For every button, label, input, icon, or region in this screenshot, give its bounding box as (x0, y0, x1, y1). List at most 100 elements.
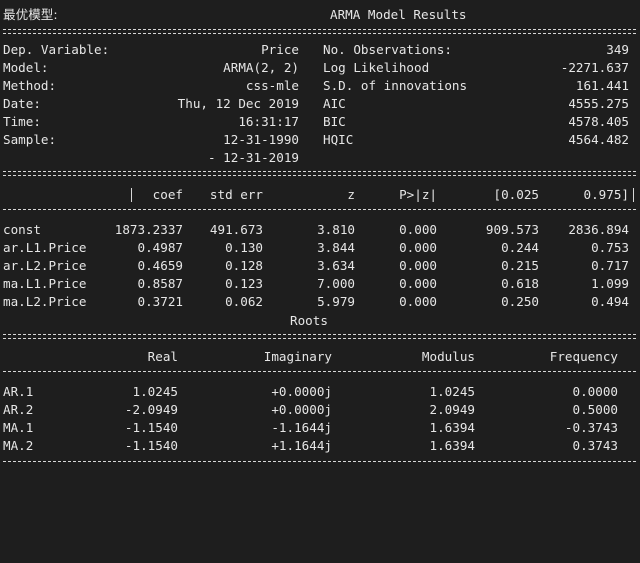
summary-row: Time: 16:31:17 BIC 4578.405 (3, 113, 637, 131)
row-label: MA.1 (3, 420, 34, 435)
table-cell: -0.3743 (564, 420, 618, 435)
summary-label: Log Likelihood (323, 60, 430, 75)
row-label: ar.L2.Price (3, 258, 87, 273)
table-cell: 491.673 (209, 222, 263, 237)
table-cell: 0.244 (501, 240, 539, 255)
table-cell: 0.717 (591, 258, 629, 273)
table-cell: +1.1644j (271, 438, 332, 453)
rule-single (3, 367, 636, 377)
console-output: 最优模型: ARMA Model Results Dep. Variable: … (0, 0, 640, 473)
table-row: ar.L2.Price 0.4659 0.128 3.634 0.000 0.2… (3, 257, 637, 275)
summary-label: Method: (3, 78, 57, 93)
table-cell: 0.618 (501, 276, 539, 291)
row-label: ma.L2.Price (3, 294, 87, 309)
summary-row: Sample: 12-31-1990 HQIC 4564.482 (3, 131, 637, 149)
table-cell: 0.3743 (572, 438, 619, 453)
summary-label: Date: (3, 96, 41, 111)
summary-label: BIC (323, 114, 346, 129)
table-row: MA.2 -1.1540 +1.1644j 1.6394 0.3743 (3, 437, 637, 455)
rule-single (3, 205, 636, 215)
table-cell: 3.810 (317, 222, 355, 237)
summary-value: ARMA(2, 2) (223, 60, 299, 75)
table-cell: 1.6394 (429, 420, 476, 435)
table-cell: 2836.894 (568, 222, 629, 237)
table-cell: 2.0949 (429, 402, 476, 417)
results-title: ARMA Model Results (330, 7, 467, 22)
table-cell: 1.099 (591, 276, 629, 291)
summary-value: Thu, 12 Dec 2019 (177, 96, 299, 111)
row-label: const (3, 222, 41, 237)
table-cell: 909.573 (485, 222, 539, 237)
table-cell: 0.4987 (137, 240, 184, 255)
output-prefix: 最优模型: (3, 7, 58, 22)
summary-label: Dep. Variable: (3, 42, 110, 57)
table-cell: 1.0245 (132, 384, 179, 399)
rule-double (3, 169, 636, 179)
column-header: z (347, 187, 355, 202)
table-cell: -2.0949 (124, 402, 178, 417)
table-cell: 0.000 (399, 222, 437, 237)
column-header: [0.025 (493, 187, 540, 202)
column-header: coef (152, 187, 183, 202)
summary-row: Dep. Variable: Price No. Observations: 3… (3, 41, 637, 59)
table-cell: 5.979 (317, 294, 355, 309)
title-line: 最优模型: ARMA Model Results (3, 6, 637, 24)
table-cell: 0.753 (591, 240, 629, 255)
column-header: std err (209, 187, 263, 202)
table-cell: 1.0245 (429, 384, 476, 399)
table-cell: 0.062 (225, 294, 263, 309)
table-row: ma.L2.Price 0.3721 0.062 5.979 0.000 0.2… (3, 293, 637, 311)
table-cell: 0.8587 (137, 276, 184, 291)
row-label: ar.L1.Price (3, 240, 87, 255)
column-header: Modulus (421, 349, 475, 364)
summary-value: 349 (606, 42, 629, 57)
table-cell: 0.128 (225, 258, 263, 273)
column-header: Frequency (549, 349, 618, 364)
summary-value: -2271.637 (560, 60, 629, 75)
summary-value: 4555.275 (568, 96, 629, 111)
table-cell: 0.3721 (137, 294, 184, 309)
column-header: Real (147, 349, 178, 364)
row-label: MA.2 (3, 438, 34, 453)
table-cell: 0.215 (501, 258, 539, 273)
table-cell: 0.494 (591, 294, 629, 309)
table-cell: 1.6394 (429, 438, 476, 453)
summary-label: AIC (323, 96, 346, 111)
table-cell: 0.0000 (572, 384, 619, 399)
summary-value: 4578.405 (568, 114, 629, 129)
summary-value: - 12-31-2019 (208, 150, 299, 165)
summary-label: HQIC (323, 132, 354, 147)
summary-value: css-mle (245, 78, 299, 93)
table-row: const 1873.2337 491.673 3.810 0.000 909.… (3, 221, 637, 239)
roots-title: Roots (290, 313, 328, 328)
table-cell: 0.5000 (572, 402, 619, 417)
summary-value: 4564.482 (568, 132, 629, 147)
summary-label: S.D. of innovations (323, 78, 468, 93)
rule-single (3, 457, 636, 467)
table-cell: -1.1644j (271, 420, 332, 435)
summary-label: No. Observations: (323, 42, 452, 57)
column-header: Imaginary (263, 349, 332, 364)
table-cell: 0.130 (225, 240, 263, 255)
row-label: AR.1 (3, 384, 34, 399)
table-row: AR.2 -2.0949 +0.0000j 2.0949 0.5000 (3, 401, 637, 419)
coef-table-header: coef std err z P>|z| [0.025 0.975] (3, 186, 637, 204)
rule-double (3, 27, 636, 37)
roots-table-header: Real Imaginary Modulus Frequency (3, 348, 637, 366)
summary-value: 161.441 (575, 78, 629, 93)
row-label: ma.L1.Price (3, 276, 87, 291)
summary-row: Model: ARMA(2, 2) Log Likelihood -2271.6… (3, 59, 637, 77)
column-header: P>|z| (399, 187, 437, 202)
table-row: ma.L1.Price 0.8587 0.123 7.000 0.000 0.6… (3, 275, 637, 293)
table-cell: 0.000 (399, 294, 437, 309)
table-row: ar.L1.Price 0.4987 0.130 3.844 0.000 0.2… (3, 239, 637, 257)
summary-value: Price (261, 42, 299, 57)
table-cell: 0.000 (399, 258, 437, 273)
summary-value: 16:31:17 (238, 114, 299, 129)
summary-value: 12-31-1990 (223, 132, 299, 147)
row-label: AR.2 (3, 402, 34, 417)
table-cell: 0.123 (225, 276, 263, 291)
summary-label: Time: (3, 114, 41, 129)
summary-label: Model: (3, 60, 49, 75)
table-cell: 3.844 (317, 240, 355, 255)
